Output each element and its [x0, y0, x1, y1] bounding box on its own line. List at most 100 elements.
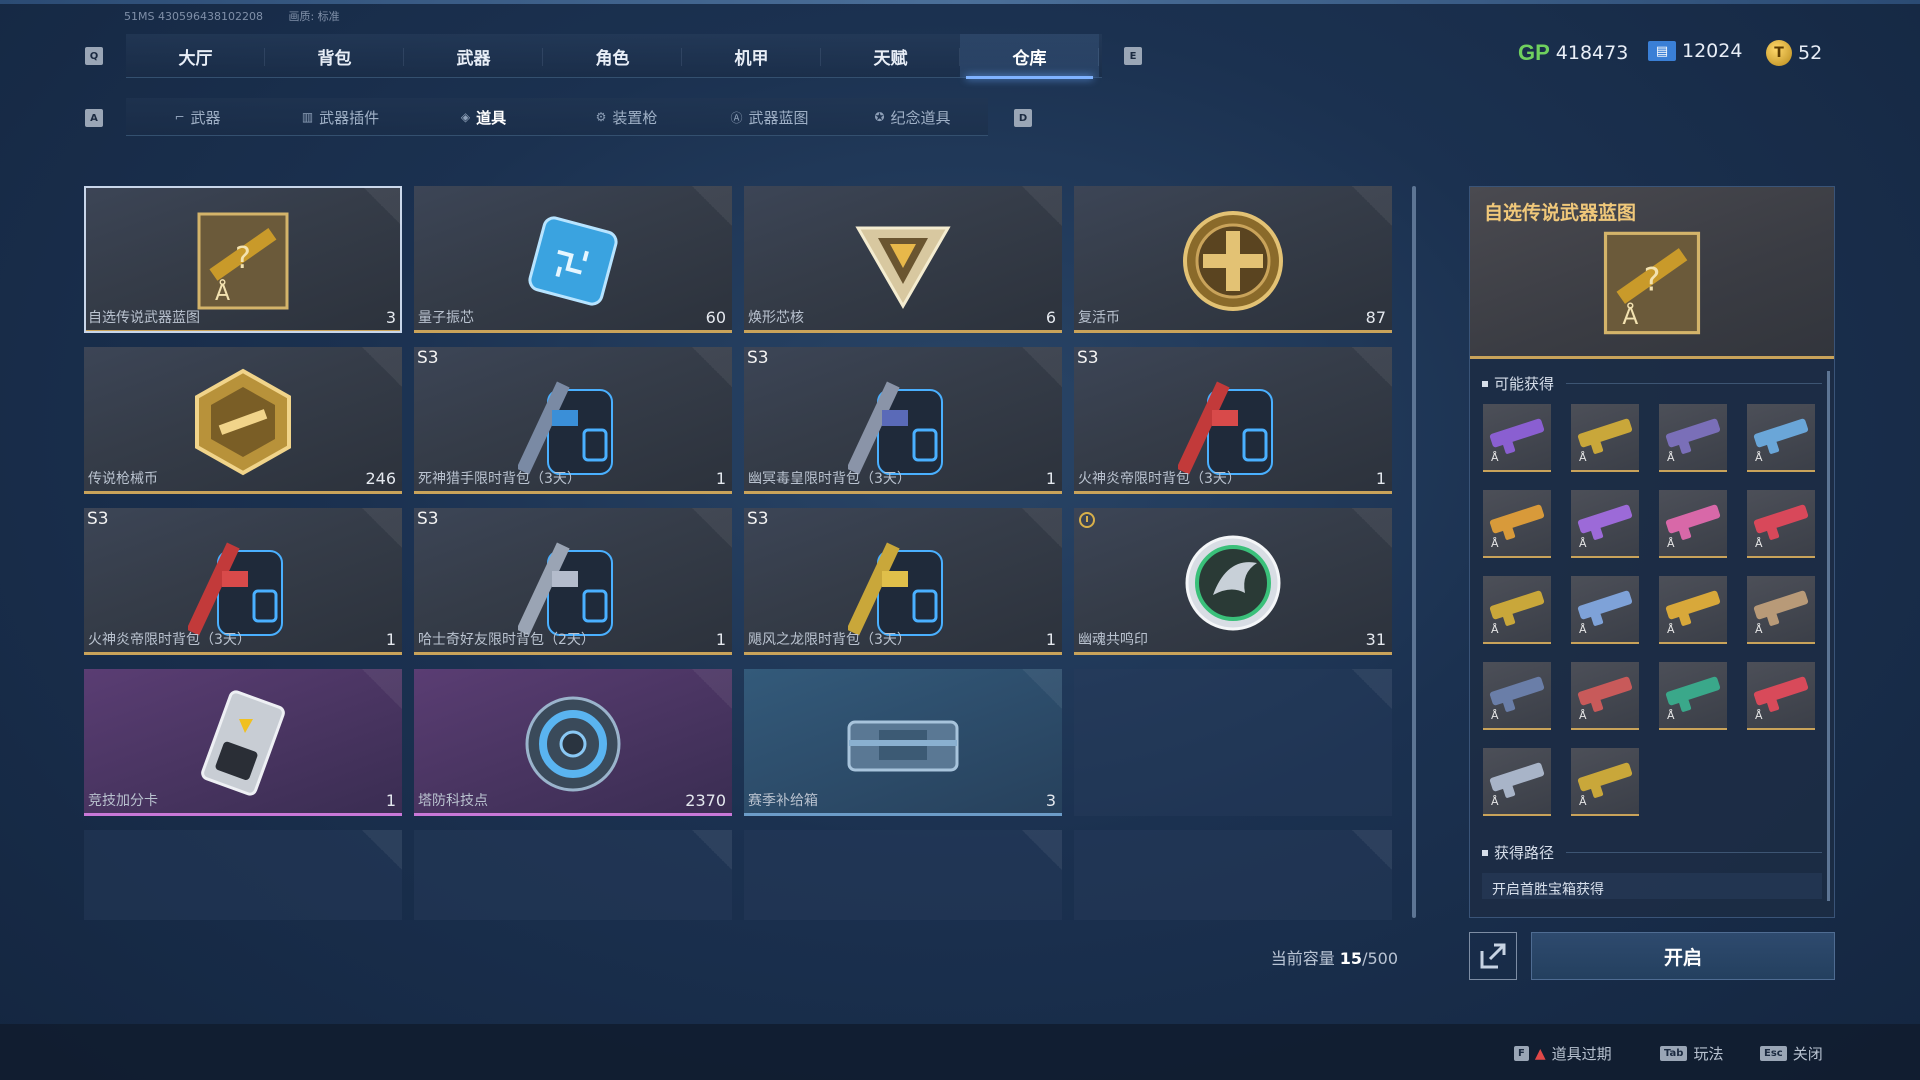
- subtab-weapons[interactable]: ⌐ 武器: [126, 98, 269, 136]
- item-name: 塔防科技点: [418, 793, 488, 809]
- item-slot[interactable]: 传说枪械币 246: [84, 347, 402, 494]
- item-quantity: 6: [1045, 308, 1056, 327]
- item-slot[interactable]: S3 火神炎帝限时背包（3天） 1: [1074, 347, 1392, 494]
- item-slot[interactable]: 塔防科技点 2370: [414, 669, 732, 816]
- blueprint-mark-icon: Å: [1755, 623, 1763, 636]
- main-tabs: 大厅 背包 武器 角色 机甲 天赋 仓库: [126, 34, 1102, 79]
- svg-text:Å: Å: [1622, 302, 1638, 330]
- item-name: 哈士奇好友限时背包（2天）: [418, 632, 595, 648]
- legendary-blueprint-icon: ? Å: [1603, 231, 1701, 335]
- reward-blueprint-tile[interactable]: Å: [1747, 662, 1815, 730]
- gp-amount: 418473: [1555, 42, 1629, 64]
- tower-defense-tech-icon: [525, 696, 621, 792]
- item-slot[interactable]: 焕形芯核 6: [744, 186, 1062, 333]
- reward-blueprint-tile[interactable]: Å: [1571, 576, 1639, 644]
- empty-slot[interactable]: [414, 830, 732, 920]
- backpack-icon: [848, 542, 943, 636]
- subtab-weapon-mods[interactable]: ▥ 武器插件: [269, 98, 412, 136]
- blueprint-icon: Ⓐ: [730, 110, 743, 125]
- user-id: 51MS 430596438102208: [124, 10, 263, 23]
- gun-icon: ⌐: [174, 110, 185, 124]
- reward-blueprint-tile[interactable]: Å: [1747, 404, 1815, 472]
- item-slot[interactable]: 幽魂共鸣印 31: [1074, 508, 1392, 655]
- season-tag: S3: [417, 509, 439, 529]
- empty-slot[interactable]: [1074, 669, 1392, 816]
- weapon-icon: [1753, 417, 1809, 449]
- gp-icon: GP: [1518, 40, 1550, 65]
- obtain-route-text: 开启首胜宝箱获得: [1482, 873, 1822, 899]
- item-slot[interactable]: 竞技加分卡 1: [84, 669, 402, 816]
- grid-scrollbar[interactable]: [1412, 186, 1416, 918]
- reward-blueprint-tile[interactable]: Å: [1659, 662, 1727, 730]
- reward-blueprint-tile[interactable]: Å: [1747, 576, 1815, 644]
- reward-blueprint-tile[interactable]: Å: [1483, 576, 1551, 644]
- tab-mecha[interactable]: 机甲: [682, 34, 821, 78]
- device-icon: ⚙: [595, 110, 607, 124]
- revive-coin-icon: [1183, 210, 1283, 311]
- close-hint[interactable]: Esc 关闭: [1760, 1043, 1823, 1064]
- item-slot[interactable]: S3 幽冥毒皇限时背包（3天） 1: [744, 347, 1062, 494]
- season-tag: S3: [747, 509, 769, 529]
- subtab-items[interactable]: ◈ 道具: [412, 98, 555, 136]
- tab-backpack[interactable]: 背包: [265, 34, 404, 78]
- tab-weapons[interactable]: 武器: [404, 34, 543, 78]
- play-hint[interactable]: Tab 玩法: [1660, 1043, 1723, 1064]
- backpack-icon: [848, 381, 943, 475]
- tab-characters[interactable]: 角色: [543, 34, 682, 78]
- item-slot[interactable]: 赛季补给箱 3: [744, 669, 1062, 816]
- reward-blueprint-tile[interactable]: Å: [1571, 490, 1639, 558]
- reward-blueprint-tile[interactable]: Å: [1571, 748, 1639, 816]
- reward-blueprint-tile[interactable]: Å: [1483, 748, 1551, 816]
- possible-rewards-heading: 可能获得: [1482, 373, 1822, 394]
- season-tag: S3: [1077, 348, 1099, 368]
- backpack-icon: [1178, 381, 1273, 475]
- reward-blueprint-tile[interactable]: Å: [1659, 490, 1727, 558]
- blueprint-mark-icon: Å: [1491, 537, 1499, 550]
- empty-slot[interactable]: [84, 830, 402, 920]
- reward-grid: Å Å Å Å Å Å Å Å Å Å Å Å Å Å Å Å Å Å: [1483, 404, 1834, 816]
- share-icon: [1480, 943, 1506, 969]
- item-slot[interactable]: S3 死神猎手限时背包（3天） 1: [414, 347, 732, 494]
- reward-blueprint-tile[interactable]: Å: [1483, 662, 1551, 730]
- session-meta: 51MS 430596438102208 画质: 标准: [124, 8, 362, 24]
- tab-talents[interactable]: 天赋: [821, 34, 960, 78]
- item-slot[interactable]: S3 火神炎帝限时背包（3天） 1: [84, 508, 402, 655]
- item-slot[interactable]: 量子振芯 60: [414, 186, 732, 333]
- empty-slot[interactable]: [1074, 830, 1392, 920]
- tab-lobby[interactable]: 大厅: [126, 34, 265, 78]
- panel-scrollbar[interactable]: [1827, 371, 1830, 901]
- blueprint-mark-icon: Å: [1579, 795, 1587, 808]
- item-quantity: 1: [1045, 630, 1056, 649]
- timer-icon: [1079, 512, 1095, 528]
- open-button[interactable]: 开启: [1531, 932, 1835, 980]
- item-name: 飓风之龙限时背包（3天）: [748, 632, 911, 648]
- reward-blueprint-tile[interactable]: Å: [1659, 404, 1727, 472]
- item-slot[interactable]: S3 哈士奇好友限时背包（2天） 1: [414, 508, 732, 655]
- blueprint-mark-icon: Å: [1491, 623, 1499, 636]
- item-name: 量子振芯: [418, 310, 474, 326]
- blueprint-mark-icon: Å: [1755, 451, 1763, 464]
- reward-blueprint-tile[interactable]: Å: [1659, 576, 1727, 644]
- blueprint-mark-icon: Å: [1667, 709, 1675, 722]
- reward-blueprint-tile[interactable]: Å: [1571, 662, 1639, 730]
- subtab-device-guns[interactable]: ⚙ 装置枪: [555, 98, 698, 136]
- expired-items-hint[interactable]: F ▲ 道具过期: [1514, 1043, 1612, 1064]
- item-slot[interactable]: 复活币 87: [1074, 186, 1392, 333]
- weapon-icon: [1489, 417, 1545, 449]
- weapon-icon: [1753, 503, 1809, 535]
- next-subtab-key: D: [1014, 109, 1032, 127]
- reward-blueprint-tile[interactable]: Å: [1483, 404, 1551, 472]
- item-quantity: 1: [715, 630, 726, 649]
- tab-warehouse[interactable]: 仓库: [960, 34, 1099, 79]
- reward-blueprint-tile[interactable]: Å: [1571, 404, 1639, 472]
- empty-slot[interactable]: [744, 830, 1062, 920]
- subtab-blueprints[interactable]: Ⓐ 武器蓝图: [698, 98, 841, 136]
- share-button[interactable]: [1469, 932, 1517, 980]
- souvenir-icon: ✪: [874, 110, 885, 124]
- blueprint-mark-icon: Å: [1667, 537, 1675, 550]
- item-slot[interactable]: S3 飓风之龙限时背包（3天） 1: [744, 508, 1062, 655]
- subtab-souvenirs[interactable]: ✪ 纪念道具: [841, 98, 984, 136]
- item-slot[interactable]: ? Å 自选传说武器蓝图 3: [84, 186, 402, 333]
- reward-blueprint-tile[interactable]: Å: [1483, 490, 1551, 558]
- reward-blueprint-tile[interactable]: Å: [1747, 490, 1815, 558]
